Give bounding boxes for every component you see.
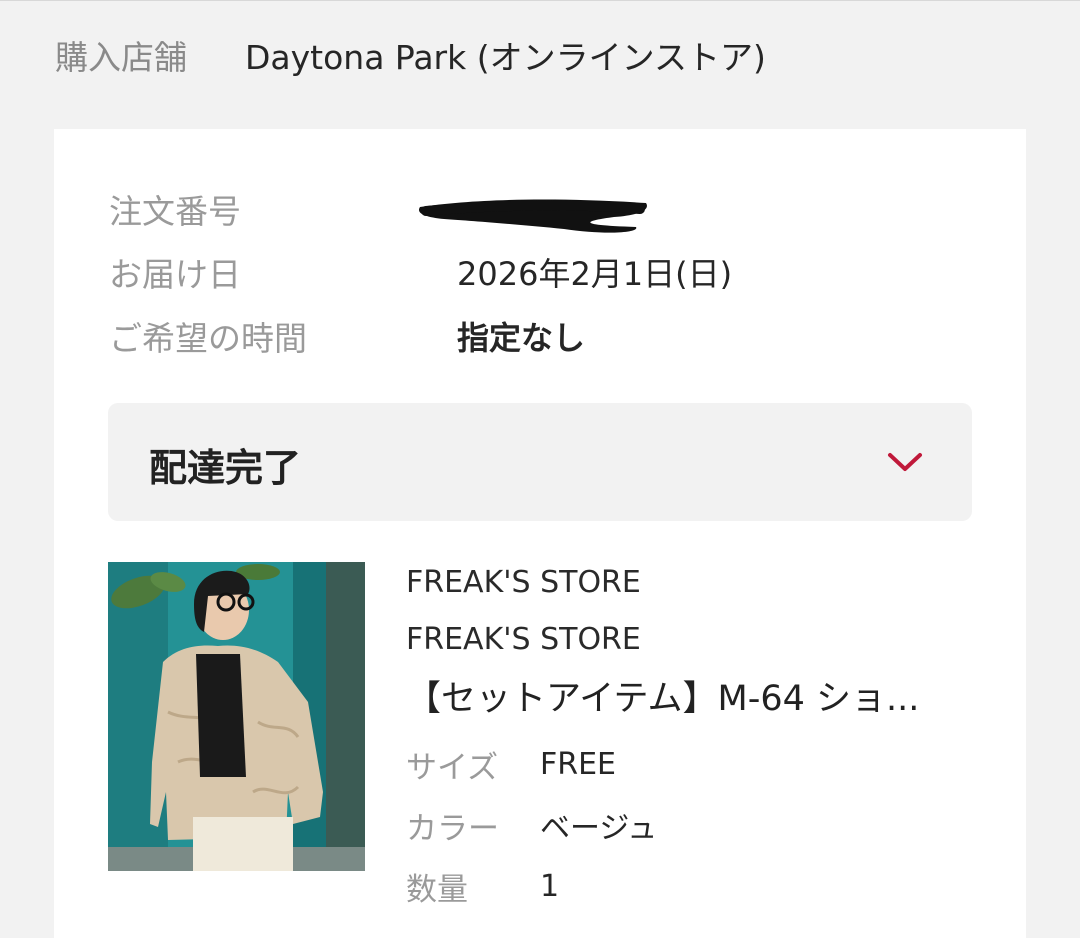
delivery-date-value: 2026年2月1日(日): [457, 255, 733, 293]
order-number-row: 注文番号: [109, 184, 457, 234]
purchase-store-value: Daytona Park (オンラインストア): [245, 38, 766, 77]
purchase-store-row: 購入店舗 Daytona Park (オンラインストア): [55, 30, 766, 80]
delivery-date-row: お届け日 2026年2月1日(日): [109, 247, 732, 297]
product-shop: FREAK'S STORE: [406, 622, 641, 657]
order-card: 注文番号 お届け日 2026年2月1日(日) ご希望の時間 指定なし 配達完了: [54, 129, 1026, 938]
product-name[interactable]: 【セットアイテム】M-64 ショ...: [406, 674, 946, 724]
product-image[interactable]: [108, 562, 365, 871]
quantity-value: 1: [540, 868, 560, 904]
redacted-order-number: [419, 199, 647, 233]
product-quantity-row: 数量 1: [406, 864, 986, 908]
size-label: サイズ: [406, 749, 499, 786]
product-size-row: サイズ FREE: [406, 742, 986, 786]
delivery-status-label: 配達完了: [149, 446, 302, 490]
delivery-date-label: お届け日: [109, 255, 241, 294]
color-label: カラー: [406, 810, 499, 847]
product-brand: FREAK'S STORE: [406, 565, 641, 600]
product-photo: [108, 562, 365, 871]
size-value: FREE: [540, 746, 617, 782]
top-divider: [0, 0, 1080, 1]
purchase-store-label: 購入店舗: [55, 38, 187, 77]
delivery-time-row: ご希望の時間 指定なし: [109, 311, 585, 361]
delivery-status-accordion[interactable]: 配達完了: [108, 403, 972, 521]
color-value: ベージュ: [540, 811, 658, 846]
product-info: FREAK'S STORE FREAK'S STORE 【セットアイテム】M-6…: [406, 561, 986, 908]
delivery-time-value: 指定なし: [457, 319, 586, 357]
product-color-row: カラー ベージュ: [406, 803, 986, 847]
delivery-time-label: ご希望の時間: [109, 319, 307, 358]
order-number-label: 注文番号: [109, 192, 241, 231]
chevron-down-icon[interactable]: [885, 447, 925, 477]
quantity-label: 数量: [406, 871, 468, 908]
